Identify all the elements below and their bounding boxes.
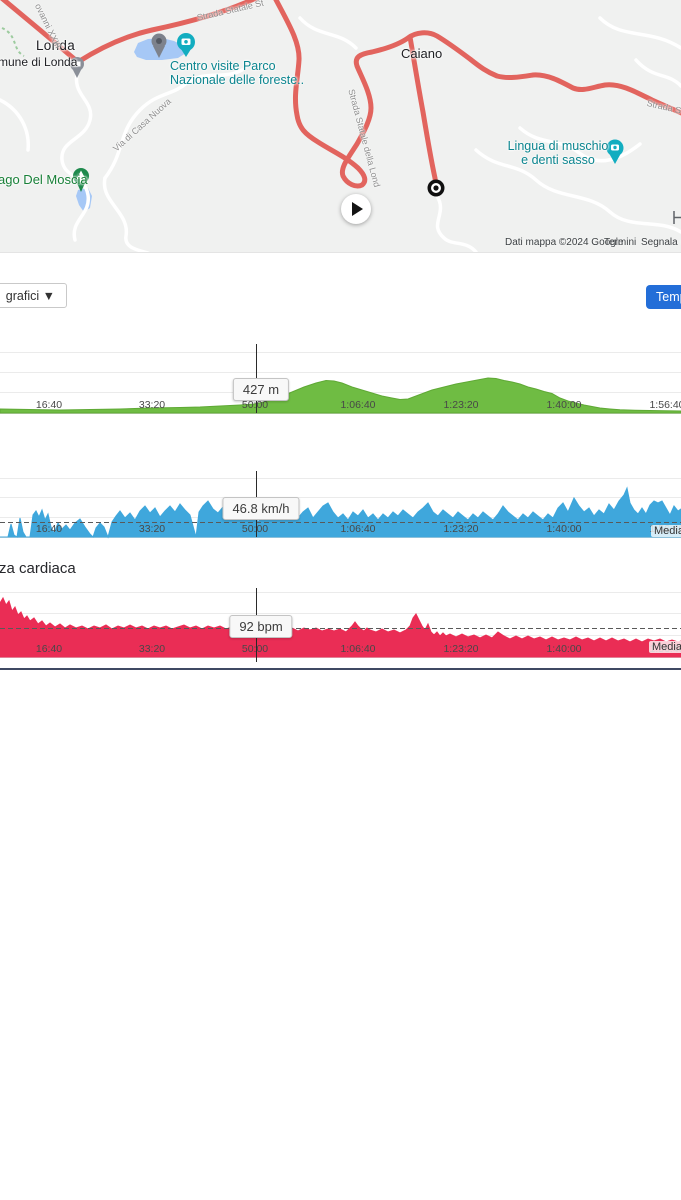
x-tick-label: 1:06:40 (328, 399, 388, 411)
x-tick-label: 1:06:40 (328, 523, 388, 535)
poi-label-line: e denti sasso (505, 153, 611, 167)
x-tick-label: 16:40 (19, 399, 79, 411)
route-map[interactable]: Londa mune di Londa Caiano Centro visite… (0, 0, 681, 253)
x-tick-label: 1:56:40 (637, 399, 681, 411)
heart-rate-chart[interactable]: 16:4033:2050:001:06:401:23:201:40:001:56… (0, 585, 681, 675)
poi-label-caiano[interactable]: Caiano (401, 46, 442, 61)
poi-label-lago-del-moscia[interactable]: ago Del Moscia (0, 172, 88, 187)
play-icon (352, 202, 363, 216)
x-tick-label: 1:40:00 (534, 643, 594, 655)
poi-label-line: Lingua di muschio (505, 139, 611, 153)
poi-label-lingua-di-muschio[interactable]: Lingua di muschio e denti sasso (505, 139, 611, 167)
x-tick-label: 33:20 (122, 523, 182, 535)
elevation-chart[interactable]: 16:4033:2050:001:06:401:23:201:40:001:56… (0, 340, 681, 425)
heart-rate-tooltip: 92 bpm (229, 615, 292, 638)
x-tick-label: 1:23:20 (431, 399, 491, 411)
x-tick-label: 1:23:20 (431, 523, 491, 535)
x-tick-label: 1:23:20 (431, 643, 491, 655)
x-tick-label: 50:00 (225, 523, 285, 535)
heart-rate-x-axis: 16:4033:2050:001:06:401:23:201:40:001:56… (0, 643, 681, 657)
heart-rate-title: za cardiaca (0, 560, 76, 577)
poi-label-line: Nazionale delle foreste.. (170, 73, 304, 87)
map-roads (0, 18, 681, 252)
terms-link[interactable]: Termini (604, 237, 636, 248)
map-canvas (0, 0, 681, 252)
tempo-button[interactable]: Tempo (646, 285, 681, 309)
speed-chart[interactable]: 16:4033:2050:001:06:401:23:201:40:001:56… (0, 465, 681, 550)
x-tick-label: 50:00 (225, 643, 285, 655)
x-tick-label: 33:20 (122, 643, 182, 655)
position-marker-icon (428, 180, 445, 197)
play-button[interactable] (341, 194, 371, 224)
poi-label-line: Centro visite Parco (170, 59, 304, 73)
x-tick-label: 1:40:00 (534, 523, 594, 535)
x-tick-label: 1:40:00 (534, 399, 594, 411)
heart-rate-plot[interactable] (0, 585, 681, 675)
speed-tooltip: 46.8 km/h (222, 497, 299, 520)
x-tick-label: 1:06:40 (328, 643, 388, 655)
speed-x-axis: 16:4033:2050:001:06:401:23:201:40:001:56… (0, 523, 681, 537)
trail-path (2, 28, 24, 56)
activity-page: Londa mune di Londa Caiano Centro visite… (0, 0, 681, 1200)
scale-bar (674, 211, 681, 224)
elevation-x-axis: 16:4033:2050:001:06:401:23:201:40:001:56… (0, 399, 681, 413)
elevation-tooltip: 427 m (233, 378, 289, 401)
section-divider (0, 668, 681, 670)
x-tick-label: 33:20 (122, 399, 182, 411)
poi-label-comune-di-londa[interactable]: mune di Londa (0, 55, 77, 69)
speed-plot[interactable] (0, 465, 681, 550)
speed-average-label: Media: (651, 525, 681, 537)
poi-label-centro-visite[interactable]: Centro visite Parco Nazionale delle fore… (170, 59, 304, 87)
x-tick-label: 16:40 (19, 643, 79, 655)
charts-menu-button[interactable]: grafici ▼ (0, 283, 67, 308)
heart-rate-average-label: Media: (649, 641, 681, 653)
x-tick-label: 16:40 (19, 523, 79, 535)
report-error-link[interactable]: Segnala un errore nella mappa (641, 237, 681, 248)
